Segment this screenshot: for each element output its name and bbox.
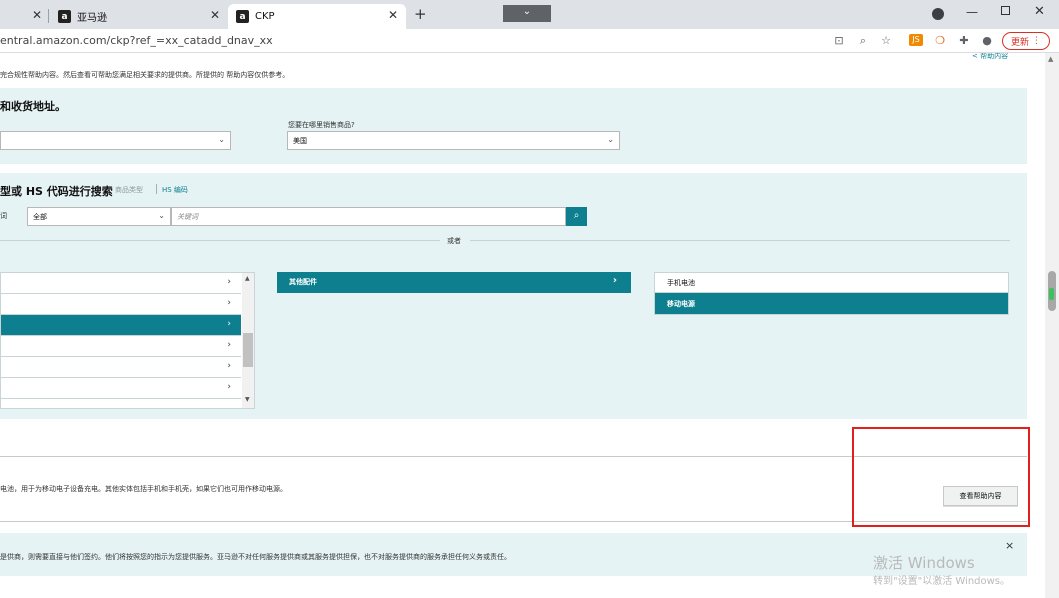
close-icon[interactable]: ✕ xyxy=(388,8,398,22)
chevron-right-icon: › xyxy=(227,298,231,308)
bookmark-star-icon[interactable]: ☆ xyxy=(879,34,893,47)
help-content-link[interactable]: < 帮助内容 xyxy=(972,53,1008,61)
scroll-down-icon[interactable]: ▼ xyxy=(245,396,250,403)
sell-location-value: 美国 xyxy=(293,137,307,145)
category-column-3: 手机电池 移动电源 xyxy=(654,272,1009,315)
chevron-right-icon: › xyxy=(227,382,231,392)
category-row[interactable]: › xyxy=(1,273,241,294)
category-column-scrollbar[interactable]: ▲ ▼ xyxy=(242,273,254,408)
zoom-icon[interactable]: ⌕ xyxy=(856,34,870,48)
disclaimer-text: 是供商，则需要直接与他们签约。他们将按照您的指示为您提供服务。亚马逊不对任何服务… xyxy=(0,553,511,561)
browser-tab-bar: ✕ a 亚马逊 ✕ a CKP ✕ + ⌄ — ✕ xyxy=(0,0,1059,29)
extension-orange-icon[interactable]: ❍ xyxy=(933,34,947,47)
window-close-icon[interactable]: ✕ xyxy=(1034,4,1045,19)
hs-code-link[interactable]: HS 编码 xyxy=(162,185,188,195)
tab-title: CKP xyxy=(255,11,275,22)
update-button[interactable]: 更新 ⋮ xyxy=(1002,32,1050,50)
ship-from-select[interactable]: ⌄ xyxy=(0,131,231,150)
page-scrollbar[interactable]: ▲ xyxy=(1045,53,1059,598)
profile-record-icon[interactable] xyxy=(932,8,944,20)
browser-tab-2[interactable]: a 亚马逊 ✕ xyxy=(58,4,228,29)
browser-tab-3-active[interactable]: a CKP ✕ xyxy=(228,4,406,29)
minimize-icon[interactable]: — xyxy=(966,5,978,19)
search-button[interactable]: ⌕ xyxy=(566,207,587,226)
subcategory-label: 其他配件 xyxy=(289,278,317,286)
tab-divider xyxy=(48,9,49,23)
chevron-down-icon: ⌄ xyxy=(218,135,225,144)
intro-text: 完合规性帮助内容。然后查看可帮助您满足相关要求的提供商。所提供的 帮助内容仅供参… xyxy=(0,71,290,79)
scroll-marker-icon xyxy=(1049,288,1054,300)
category-row[interactable]: › xyxy=(1,294,241,315)
search-icon: ⌕ xyxy=(573,210,580,221)
keyword-row-label: 词 xyxy=(0,212,7,220)
address-section-title: 和收货地址。 xyxy=(0,100,66,113)
leaf-category-phone-battery[interactable]: 手机电池 xyxy=(655,273,1008,293)
scroll-up-icon[interactable]: ▲ xyxy=(1048,55,1053,63)
search-panel: 型或 HS 代码进行搜索 商品类型 HS 编码 词 全部 ⌄ 关键词 ⌕ 或者 … xyxy=(0,173,1027,419)
account-icon[interactable]: ● xyxy=(980,34,994,47)
tab-title: 亚马逊 xyxy=(77,13,107,24)
chevron-right-icon: › xyxy=(227,340,231,350)
extension-icon[interactable]: JS xyxy=(909,34,923,46)
category-scroll-thumb[interactable] xyxy=(243,333,253,367)
new-tab-button[interactable]: + xyxy=(414,5,427,23)
link-divider xyxy=(156,184,157,194)
close-icon[interactable]: ✕ xyxy=(32,8,42,22)
category-select[interactable]: 全部 ⌄ xyxy=(27,207,171,226)
leaf-category-label: 手机电池 xyxy=(667,279,695,287)
leaf-category-power-bank-selected[interactable]: 移动电源 xyxy=(655,293,1008,314)
red-annotation-box xyxy=(852,427,1030,527)
or-text: 或者 xyxy=(447,237,461,245)
amazon-favicon-icon: a xyxy=(236,10,249,23)
tab-search-dropdown[interactable]: ⌄ xyxy=(503,5,551,22)
product-type-link[interactable]: 商品类型 xyxy=(115,185,143,195)
address-panel: 和收货地址。 您要在哪里销售商品? ⌄ 美国 ⌄ xyxy=(0,88,1027,164)
amazon-favicon-icon: a xyxy=(58,10,71,23)
scroll-up-icon[interactable]: ▲ xyxy=(245,275,250,282)
close-icon[interactable]: ✕ xyxy=(210,8,220,22)
extensions-puzzle-icon[interactable]: ✚ xyxy=(957,34,971,47)
chevron-right-icon: › xyxy=(227,277,231,287)
category-column-1[interactable]: › › › › › › ▲ ▼ xyxy=(0,272,255,409)
address-bar: entral.amazon.com/ckp?ref_=xx_catadd_dna… xyxy=(0,29,1059,53)
chevron-down-icon: ⌄ xyxy=(158,211,165,220)
or-divider-left xyxy=(0,240,440,241)
chevron-down-icon: ⌄ xyxy=(607,135,614,144)
update-label: 更新 xyxy=(1011,37,1030,48)
result-description: 电池，用于为移动电子设备充电。其他实体包括手机和手机壳，如果它们也可用作移动电源… xyxy=(0,485,287,493)
sell-location-label: 您要在哪里销售商品? xyxy=(288,121,355,129)
maximize-icon[interactable] xyxy=(1001,6,1010,15)
leaf-category-label: 移动电源 xyxy=(667,300,695,308)
browser-tab-1[interactable]: ✕ xyxy=(0,4,48,29)
keyword-search-input[interactable]: 关键词 xyxy=(171,207,566,226)
windows-watermark-title: 激活 Windows xyxy=(873,554,975,572)
sell-location-select[interactable]: 美国 ⌄ xyxy=(287,131,620,150)
category-select-value: 全部 xyxy=(33,213,47,221)
search-section-title: 型或 HS 代码进行搜索 xyxy=(0,185,113,198)
category-row[interactable]: › xyxy=(1,336,241,357)
keyword-placeholder: 关键词 xyxy=(177,213,198,221)
or-divider-right xyxy=(470,240,1010,241)
category-row[interactable]: › xyxy=(1,378,241,399)
url-field[interactable]: entral.amazon.com/ckp?ref_=xx_catadd_dna… xyxy=(0,34,273,47)
page-content: < 帮助内容 完合规性帮助内容。然后查看可帮助您满足相关要求的提供商。所提供的 … xyxy=(0,53,1045,598)
chevron-right-icon: › xyxy=(227,361,231,371)
category-row[interactable]: › xyxy=(1,357,241,378)
translate-icon[interactable]: ⊡ xyxy=(832,34,846,47)
disclaimer-close-icon[interactable]: × xyxy=(1005,539,1014,552)
windows-watermark-subtitle: 转到"设置"以激活 Windows。 xyxy=(873,576,1011,587)
chevron-right-icon: › xyxy=(227,319,231,329)
chevron-right-icon: › xyxy=(612,275,617,286)
subcategory-other-accessories[interactable]: 其他配件 › xyxy=(277,272,631,293)
category-row-active[interactable]: › xyxy=(1,315,241,336)
